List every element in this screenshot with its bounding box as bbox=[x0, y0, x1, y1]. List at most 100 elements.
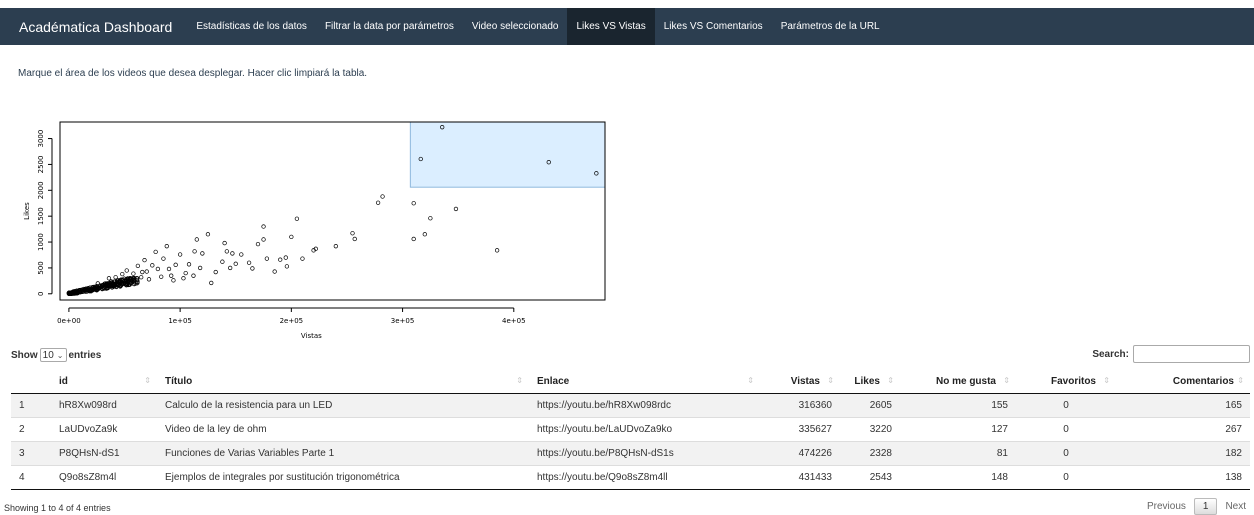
data-point bbox=[375, 200, 381, 205]
sort-icon: ⇕ bbox=[827, 376, 834, 385]
data-point bbox=[272, 269, 277, 274]
page-1-button[interactable]: 1 bbox=[1193, 498, 1218, 515]
cell-no-me-gusta: 148 bbox=[900, 464, 1016, 490]
data-point bbox=[333, 244, 338, 249]
x-tick-label: 2e+05 bbox=[280, 317, 304, 325]
page-length-select[interactable]: 10 ⌄ bbox=[39, 348, 67, 362]
data-point bbox=[144, 269, 149, 274]
x-tick-label: 3e+05 bbox=[391, 317, 415, 325]
nav-tabs: Estadísticas de los datos Filtrar la dat… bbox=[187, 8, 888, 45]
col-enlace[interactable]: Enlace ⇕ bbox=[529, 370, 760, 394]
x-tick-label: 4e+05 bbox=[502, 317, 526, 325]
sort-icon: ⇕ bbox=[516, 376, 523, 385]
cell-likes: 2328 bbox=[840, 440, 900, 465]
data-point bbox=[171, 278, 176, 283]
table-row[interactable]: 4 Q9o8sZ8m4l Ejemplos de integrales por … bbox=[11, 464, 1250, 490]
col-no-me-gusta[interactable]: No me gusta ⇕ bbox=[900, 370, 1016, 394]
table-row[interactable]: 3 P8QHsN-dS1 Funciones de Varias Variabl… bbox=[11, 440, 1250, 465]
data-point bbox=[289, 234, 294, 240]
cell-titulo: Funciones de Varias Variables Parte 1 bbox=[157, 440, 529, 465]
cell-enlace: https://youtu.be/hR8Xw098rdc bbox=[529, 393, 760, 417]
col-comentarios[interactable]: Comentarios ⇕ bbox=[1116, 370, 1250, 394]
data-point bbox=[213, 269, 218, 275]
table-row[interactable]: 2 LaUDvoZa9k Video de la ley de ohm http… bbox=[11, 416, 1250, 441]
y-axis-label: Likes bbox=[23, 202, 31, 220]
data-point bbox=[246, 260, 252, 265]
data-point bbox=[261, 224, 266, 229]
next-button[interactable]: Next bbox=[1225, 501, 1246, 512]
table-row[interactable]: 1 hR8Xw098rd Calculo de la resistencia p… bbox=[11, 393, 1250, 417]
data-point bbox=[183, 270, 188, 276]
y-tick-label: 1000 bbox=[37, 233, 45, 251]
col-likes[interactable]: Likes ⇕ bbox=[840, 370, 900, 394]
data-point bbox=[222, 240, 227, 246]
search-input[interactable] bbox=[1133, 345, 1250, 363]
x-tick-label: 1e+05 bbox=[168, 317, 192, 325]
tab-likes-vs-comentarios[interactable]: Likes VS Comentarios bbox=[655, 8, 772, 45]
data-point bbox=[411, 201, 416, 206]
data-point bbox=[284, 264, 290, 269]
x-axis-label: Vistas bbox=[301, 332, 322, 340]
col-id[interactable]: id ⇕ bbox=[51, 370, 157, 394]
tab-filtrar[interactable]: Filtrar la data por parámetros bbox=[316, 8, 463, 45]
data-point bbox=[233, 261, 238, 266]
app-brand[interactable]: Académatica Dashboard bbox=[0, 8, 184, 45]
cell-comentarios: 267 bbox=[1116, 416, 1250, 441]
data-point bbox=[106, 276, 112, 281]
sort-icon: ⇕ bbox=[1003, 376, 1010, 385]
data-point bbox=[453, 206, 459, 212]
cell-favoritos: 0 bbox=[1016, 440, 1116, 465]
data-point bbox=[186, 262, 192, 267]
table-header-row: id ⇕ Título ⇕ Enlace ⇕ Vistas ⇕ Likes ⇕ No me… bbox=[11, 370, 1250, 394]
data-point bbox=[494, 248, 500, 253]
sort-icon: ⇕ bbox=[887, 376, 894, 385]
data-point bbox=[283, 255, 288, 260]
table-info: Showing 1 to 4 of 4 entries bbox=[4, 503, 111, 513]
cell-rownum: 3 bbox=[11, 440, 51, 465]
data-point bbox=[350, 231, 355, 236]
data-point bbox=[177, 252, 183, 257]
data-point bbox=[294, 216, 300, 221]
data-point bbox=[194, 237, 199, 242]
data-point bbox=[164, 244, 169, 249]
tab-video-seleccionado[interactable]: Video seleccionado bbox=[463, 8, 568, 45]
x-tick-label: 0e+00 bbox=[57, 317, 81, 325]
data-point bbox=[224, 249, 229, 254]
data-point bbox=[161, 256, 166, 261]
data-point bbox=[352, 236, 357, 242]
data-point bbox=[159, 274, 164, 279]
data-point bbox=[380, 194, 385, 199]
sort-icon: ⇕ bbox=[1103, 376, 1110, 385]
y-tick-label: 2000 bbox=[37, 181, 45, 199]
data-point bbox=[124, 268, 129, 273]
tab-likes-vs-vistas[interactable]: Likes VS Vistas bbox=[567, 8, 655, 45]
data-point bbox=[135, 263, 141, 268]
pagination: Previous 1 Next bbox=[1147, 498, 1246, 515]
cell-favoritos: 0 bbox=[1016, 393, 1116, 417]
data-point bbox=[155, 266, 161, 272]
data-point bbox=[142, 258, 147, 263]
data-point bbox=[191, 273, 196, 278]
tab-parametros-url[interactable]: Parámetros de la URL bbox=[772, 8, 889, 45]
data-point bbox=[228, 265, 233, 271]
cell-comentarios: 165 bbox=[1116, 393, 1250, 417]
sort-icon: ⇕ bbox=[144, 376, 151, 385]
data-point bbox=[220, 259, 225, 264]
sort-icon: ⇕ bbox=[1237, 376, 1244, 385]
cell-rownum: 1 bbox=[11, 393, 51, 417]
sort-icon: ⇕ bbox=[747, 376, 754, 385]
y-tick-label: 0 bbox=[37, 292, 45, 296]
show-entries-control: Show 10 ⌄ entries bbox=[11, 348, 101, 362]
col-favoritos[interactable]: Favoritos ⇕ bbox=[1016, 370, 1116, 394]
page-length-value: 10 bbox=[42, 349, 54, 361]
data-point bbox=[261, 237, 266, 242]
likes-vs-vistas-plot[interactable]: 0e+00 1e+05 2e+05 3e+05 4e+05 0 500 1000 1500 200… bbox=[0, 100, 640, 345]
col-vistas[interactable]: Vistas ⇕ bbox=[760, 370, 840, 394]
cell-rownum: 2 bbox=[11, 416, 51, 441]
previous-button[interactable]: Previous bbox=[1147, 501, 1186, 512]
data-point bbox=[239, 252, 244, 257]
instruction-text: Marque el área de los videos que desea d… bbox=[18, 68, 368, 79]
col-titulo[interactable]: Título ⇕ bbox=[157, 370, 529, 394]
top-navbar: Académatica Dashboard Estadísticas de lo… bbox=[0, 8, 1254, 45]
tab-estadisticas[interactable]: Estadísticas de los datos bbox=[187, 8, 316, 45]
